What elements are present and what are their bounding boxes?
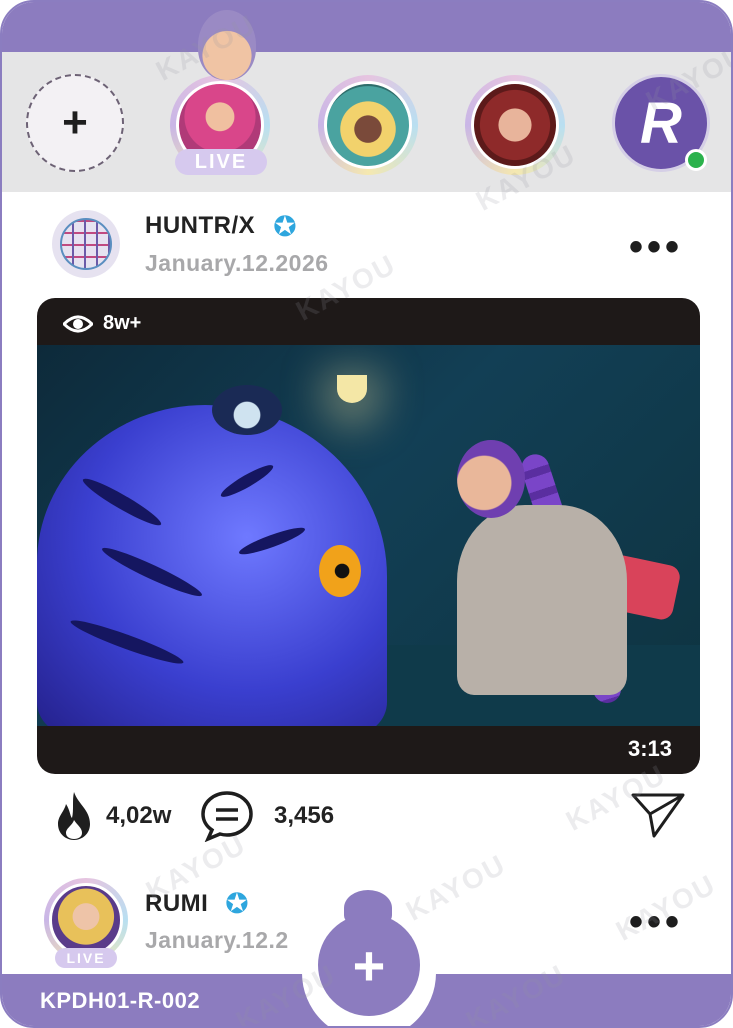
tiger-eye — [319, 545, 361, 597]
online-status-dot — [685, 149, 707, 171]
huntrx-logo-icon — [60, 218, 112, 270]
avatar — [49, 883, 123, 957]
live-badge: LIVE — [55, 948, 117, 968]
story-avatar-3[interactable] — [465, 75, 565, 175]
post-author-avatar[interactable] — [52, 210, 120, 278]
plus-icon: + — [352, 933, 386, 997]
lamp — [337, 375, 367, 403]
plus-icon: + — [62, 98, 88, 147]
girl-head — [457, 440, 525, 518]
post-header: HUNTR/X ✪ January.12.2026 ••• — [2, 192, 731, 297]
girl-character — [457, 505, 627, 695]
add-story-button[interactable]: + — [26, 74, 124, 172]
card-code: KPDH01-R-002 — [40, 988, 201, 1013]
post-username[interactable]: RUMI — [145, 890, 208, 918]
stories-bar: + LIVE R — [2, 52, 731, 192]
video-player[interactable]: 8w+ 3:13 — [37, 298, 700, 774]
story-character-head — [198, 10, 256, 80]
post-username[interactable]: HUNTR/X — [145, 212, 255, 240]
video-duration: 3:13 — [627, 736, 672, 761]
comment-icon[interactable] — [200, 790, 254, 842]
live-badge: LIVE — [175, 149, 267, 175]
comment-count: 3,456 — [274, 802, 335, 829]
verified-icon: ✪ — [225, 888, 249, 919]
card-frame: + LIVE R HUNTR/X ✪ January.12.2026 ••• 8… — [0, 0, 733, 1028]
video-thumbnail — [37, 345, 700, 726]
post-date: January.12.2 — [145, 927, 289, 953]
like-count: 4,02w — [106, 802, 172, 829]
tiger-character — [37, 405, 387, 726]
send-icon[interactable] — [630, 790, 686, 840]
more-options-button[interactable]: ••• — [629, 227, 683, 267]
eye-icon — [63, 315, 93, 332]
more-options-button[interactable]: ••• — [629, 902, 683, 942]
flame-icon[interactable] — [54, 790, 94, 842]
top-band — [2, 2, 731, 52]
brand-logo-icon: R — [640, 90, 682, 156]
verified-icon: ✪ — [273, 211, 297, 242]
view-count-label: 8w+ — [103, 312, 142, 334]
create-post-button[interactable]: + — [318, 914, 420, 1016]
view-count: 8w+ — [63, 312, 141, 335]
magpie-character — [212, 385, 282, 435]
post-date: January.12.2026 — [145, 250, 329, 276]
avatar — [471, 81, 559, 169]
avatar — [324, 81, 412, 169]
post-actions: 4,02w 3,456 — [2, 788, 731, 848]
story-avatar-2[interactable] — [318, 75, 418, 175]
